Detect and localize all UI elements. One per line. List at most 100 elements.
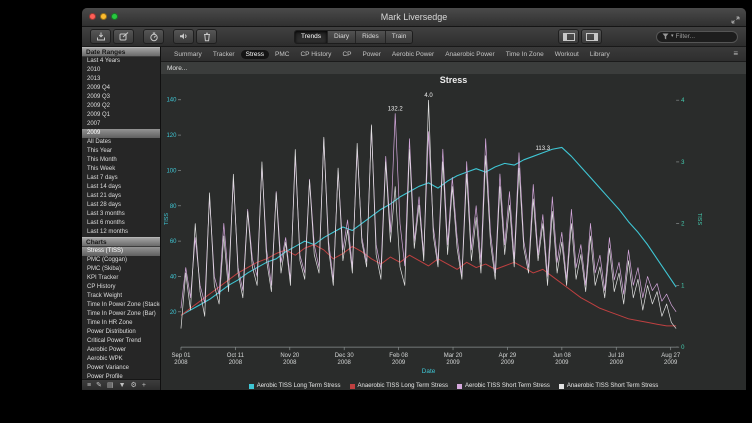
- more-button[interactable]: More...: [167, 65, 187, 72]
- sidebar-item-2009-q1[interactable]: 2009 Q1: [82, 111, 160, 120]
- sidebar-item-all-dates[interactable]: All Dates: [82, 138, 160, 147]
- tab-cp[interactable]: CP: [337, 50, 356, 59]
- chart-panel: More... Stress Sep 012008Oct 112008Nov 2…: [161, 62, 746, 390]
- sidebar-item-last-6-months[interactable]: Last 6 months: [82, 219, 160, 228]
- sidebar-item-aerobic-wpk[interactable]: Aerobic WPK: [82, 355, 160, 364]
- stopwatch-icon[interactable]: [143, 29, 164, 44]
- compose-icon[interactable]: [113, 29, 134, 44]
- sidebar-item-2009-q4[interactable]: 2009 Q4: [82, 84, 160, 93]
- sidebar-item-pmc-skiba[interactable]: PMC (Skiba): [82, 265, 160, 274]
- trash-icon[interactable]: [196, 29, 217, 44]
- segment-train[interactable]: Train: [386, 31, 413, 43]
- svg-text:TISS: TISS: [696, 213, 702, 225]
- sidebar-item-kpi-tracker[interactable]: KPI Tracker: [82, 274, 160, 283]
- chart-legend: Aerobic TISS Long Term Stress Anaerobic T…: [161, 383, 746, 389]
- minimize-button[interactable]: [100, 13, 107, 20]
- pane-left-icon[interactable]: [558, 29, 579, 44]
- sidebar-item-last-12-months[interactable]: Last 12 months: [82, 228, 160, 237]
- menu-icon[interactable]: ≡: [87, 380, 91, 390]
- tab-aerobic-power[interactable]: Aerobic Power: [387, 50, 439, 59]
- tab-summary[interactable]: Summary: [169, 50, 207, 59]
- main-toolbar: TrendsDiaryRidesTrain ▾: [82, 27, 746, 47]
- tab-tracker[interactable]: Tracker: [208, 50, 240, 59]
- app-window: Mark Liversedge: [82, 8, 746, 390]
- sidebar-item-aerobic-power[interactable]: Aerobic Power: [82, 346, 160, 355]
- sidebar-item-last-7-days[interactable]: Last 7 days: [82, 174, 160, 183]
- legend-item-aerobic-tiss-short-term-stress[interactable]: Aerobic TISS Short Term Stress: [457, 383, 550, 389]
- tab-library[interactable]: Library: [585, 50, 615, 59]
- tab-overflow-menu-icon[interactable]: ≡: [733, 47, 738, 61]
- legend-item-anaerobic-tiss-short-term-stress[interactable]: Anaerobic TISS Short Term Stress: [559, 383, 658, 389]
- sidebar-item-time-in-hr-zone[interactable]: Time In HR Zone: [82, 319, 160, 328]
- tab-workout[interactable]: Workout: [550, 50, 584, 59]
- filter-icon[interactable]: ▼: [119, 380, 126, 390]
- svg-text:Date: Date: [422, 368, 436, 375]
- filter-input[interactable]: [676, 33, 732, 40]
- legend-item-anaerobic-tiss-long-term-stress[interactable]: Anaerobic TISS Long Term Stress: [350, 383, 449, 389]
- sidebar-item-2009-q2[interactable]: 2009 Q2: [82, 102, 160, 111]
- sidebar-item-pmc-coggan[interactable]: PMC (Coggan): [82, 256, 160, 265]
- layout-buttons: [558, 29, 604, 44]
- sidebar-item-last-28-days[interactable]: Last 28 days: [82, 201, 160, 210]
- legend-item-aerobic-tiss-long-term-stress[interactable]: Aerobic TISS Long Term Stress: [249, 383, 341, 389]
- gear-icon[interactable]: ⚙: [131, 380, 137, 390]
- legend-swatch: [350, 384, 355, 389]
- svg-text:2009: 2009: [446, 360, 460, 366]
- fullscreen-icon[interactable]: [730, 12, 741, 22]
- title-bar[interactable]: Mark Liversedge: [82, 8, 746, 27]
- sidebar-item-2009-q3[interactable]: 2009 Q3: [82, 93, 160, 102]
- sidebar-item-2009[interactable]: 2009: [82, 129, 160, 138]
- sidebar-item-this-year[interactable]: This Year: [82, 147, 160, 156]
- sidebar-item-this-month[interactable]: This Month: [82, 156, 160, 165]
- sidebar-item-critical-power-trend[interactable]: Critical Power Trend: [82, 337, 160, 346]
- chart-icon[interactable]: ▤: [107, 380, 114, 390]
- sidebar-section-header-date-ranges[interactable]: Date Ranges: [82, 47, 160, 57]
- speaker-icon[interactable]: [173, 29, 194, 44]
- add-icon[interactable]: +: [142, 380, 146, 390]
- svg-text:Feb 08: Feb 08: [389, 353, 408, 359]
- tab-power[interactable]: Power: [357, 50, 385, 59]
- sidebar-item-last-14-days[interactable]: Last 14 days: [82, 183, 160, 192]
- stress-chart: Sep 012008Oct 112008Nov 202008Dec 302008…: [161, 62, 746, 390]
- filter-field[interactable]: ▾: [656, 31, 738, 43]
- sidebar-item-last-21-days[interactable]: Last 21 days: [82, 192, 160, 201]
- tab-pmc[interactable]: PMC: [270, 50, 294, 59]
- sidebar-item-power-distribution[interactable]: Power Distribution: [82, 328, 160, 337]
- tab-time-in-zone[interactable]: Time In Zone: [501, 50, 549, 59]
- sidebar-item-time-in-power-zone-stacked[interactable]: Time In Power Zone (Stacked): [82, 301, 160, 310]
- sidebar-item-last-4-years[interactable]: Last 4 Years: [82, 57, 160, 66]
- zoom-button[interactable]: [111, 13, 118, 20]
- svg-text:2008: 2008: [229, 360, 243, 366]
- window-controls: [89, 13, 118, 20]
- svg-text:Oct 11: Oct 11: [227, 353, 245, 359]
- svg-text:120: 120: [166, 133, 177, 139]
- tab-cp-history[interactable]: CP History: [295, 50, 336, 59]
- tab-anaerobic-power[interactable]: Anaerobic Power: [440, 50, 500, 59]
- sidebar-item-2013[interactable]: 2013: [82, 75, 160, 84]
- sidebar-item-track-weight[interactable]: Track Weight: [82, 292, 160, 301]
- svg-text:2008: 2008: [283, 360, 297, 366]
- close-button[interactable]: [89, 13, 96, 20]
- svg-text:2008: 2008: [174, 360, 188, 366]
- sidebar-item-cp-history[interactable]: CP History: [82, 283, 160, 292]
- sidebar-item-time-in-power-zone-bar[interactable]: Time In Power Zone (Bar): [82, 310, 160, 319]
- tab-stress[interactable]: Stress: [241, 50, 269, 59]
- svg-text:Aug 27: Aug 27: [661, 353, 681, 359]
- sidebar-item-stress-tiss[interactable]: Stress (TISS): [82, 247, 160, 256]
- sidebar-item-last-3-months[interactable]: Last 3 months: [82, 210, 160, 219]
- pane-right-icon[interactable]: [581, 29, 602, 44]
- sidebar-item-2007[interactable]: 2007: [82, 120, 160, 129]
- svg-text:2009: 2009: [392, 360, 406, 366]
- svg-text:Nov 20: Nov 20: [280, 353, 300, 359]
- sidebar-item-2010[interactable]: 2010: [82, 66, 160, 75]
- legend-swatch: [559, 384, 564, 389]
- sidebar-item-power-variance[interactable]: Power Variance: [82, 364, 160, 373]
- edit-icon[interactable]: ✎: [96, 380, 102, 390]
- sidebar-section-header-charts[interactable]: Charts: [82, 237, 160, 247]
- tab-bar: SummaryTrackerStressPMCCP HistoryCPPower…: [161, 47, 746, 62]
- sidebar-item-this-week[interactable]: This Week: [82, 165, 160, 174]
- segment-rides[interactable]: Rides: [356, 31, 386, 43]
- segment-trends[interactable]: Trends: [295, 31, 328, 43]
- download-icon[interactable]: [90, 29, 111, 44]
- segment-diary[interactable]: Diary: [328, 31, 356, 43]
